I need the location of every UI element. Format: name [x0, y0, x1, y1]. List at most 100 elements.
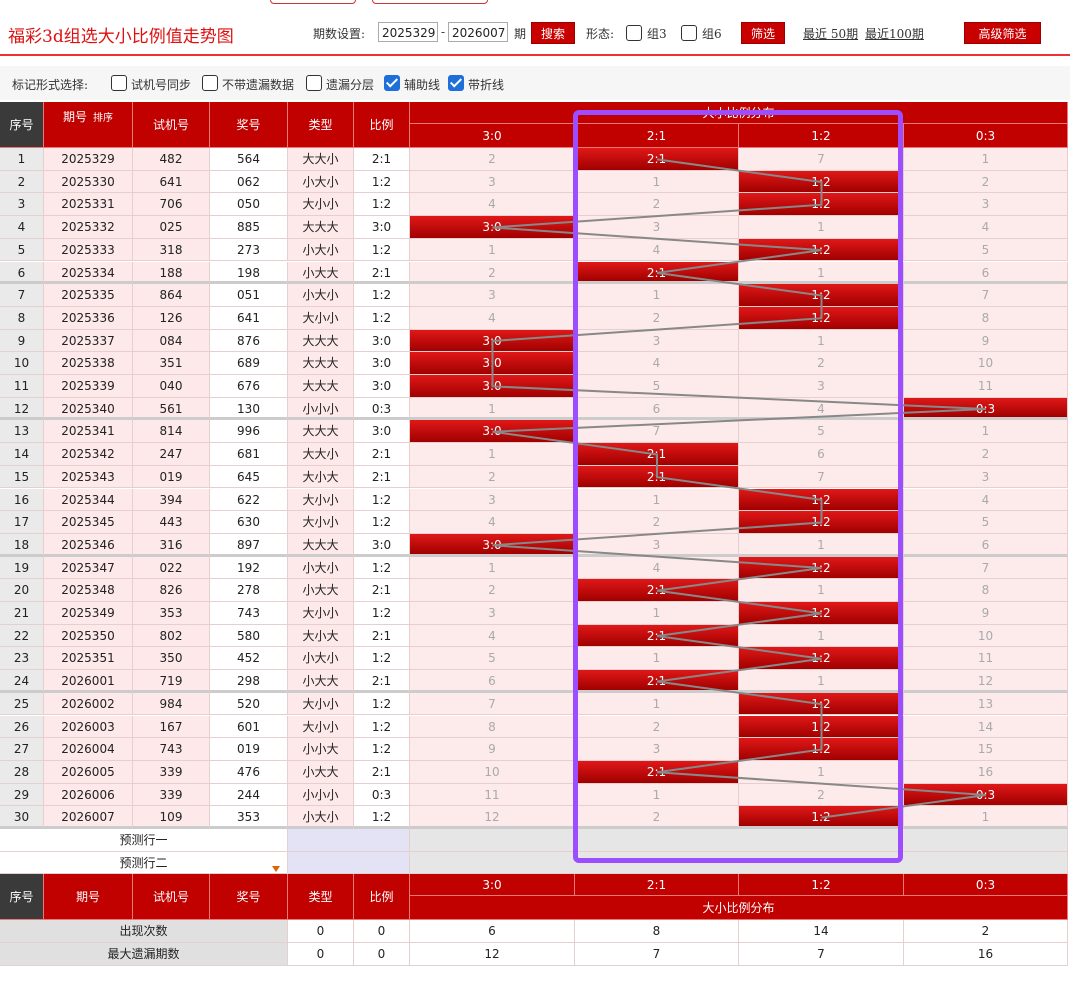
ratio-miss-cell: 2	[739, 352, 904, 375]
footer-ratio-col-3: 0:3	[904, 874, 1068, 897]
header-ratio-col-0[interactable]: 3:0	[410, 124, 575, 148]
ratio-miss-cell: 2	[410, 261, 575, 285]
ratio-miss-cell: 6	[904, 533, 1068, 557]
row-seq: 6	[0, 261, 44, 285]
row-seq: 2	[0, 170, 44, 194]
ratio-miss-cell: 2	[739, 783, 904, 807]
recent-50-link[interactable]: 最近 50期	[803, 25, 858, 42]
ratio-miss-cell: 4	[410, 193, 575, 217]
ratio-miss-cell: 1	[904, 806, 1068, 829]
row-seq: 9	[0, 329, 44, 353]
ratio-miss-cell: 7	[575, 420, 739, 444]
row-prize: 353	[210, 806, 288, 829]
polyline-checkbox[interactable]	[448, 75, 464, 91]
row-prize: 564	[210, 148, 288, 171]
group3-checkbox[interactable]	[626, 25, 642, 41]
row-prize: 298	[210, 670, 288, 693]
row-ratio: 1:2	[354, 306, 410, 330]
header-seq: 序号	[0, 102, 44, 148]
aux-line-checkbox[interactable]	[384, 75, 400, 91]
row-period: 2026002	[44, 692, 133, 716]
ratio-miss-cell: 11	[904, 647, 1068, 671]
predict-row-area[interactable]	[410, 829, 1068, 852]
row-prize: 897	[210, 533, 288, 557]
group6-checkbox[interactable]	[681, 25, 697, 41]
row-period: 2025350	[44, 624, 133, 648]
row-prize: 641	[210, 306, 288, 330]
row-prize: 192	[210, 556, 288, 580]
ratio-miss-cell: 1	[904, 420, 1068, 444]
ratio-hit-cell: 2:1	[575, 579, 739, 602]
header-ratio-col-1[interactable]: 2:1	[575, 124, 739, 148]
period-to-input[interactable]: 2026007	[448, 22, 508, 42]
miss-layer-checkbox[interactable]	[306, 75, 322, 91]
footer-stat-value: 6	[410, 920, 575, 944]
ratio-miss-cell: 4	[410, 511, 575, 534]
ratio-miss-cell: 1	[410, 397, 575, 421]
row-period: 2025344	[44, 488, 133, 512]
ratio-miss-cell: 7	[410, 692, 575, 716]
row-prize: 743	[210, 602, 288, 625]
row-trial: 826	[133, 579, 210, 602]
ratio-miss-cell: 1	[575, 284, 739, 307]
ratio-miss-cell: 2	[575, 193, 739, 217]
sort-button[interactable]: 排序	[93, 113, 113, 124]
row-period: 2025342	[44, 443, 133, 466]
ratio-miss-cell: 1	[739, 216, 904, 239]
row-type: 小小大	[288, 738, 354, 761]
period-unit: 期	[514, 27, 527, 41]
predict-row-area[interactable]	[410, 851, 1068, 875]
row-ratio: 3:0	[354, 533, 410, 557]
advanced-filter-button[interactable]: 高级筛选	[964, 22, 1041, 44]
row-ratio: 2:1	[354, 760, 410, 784]
row-ratio: 2:1	[354, 579, 410, 602]
ratio-miss-cell: 1	[575, 692, 739, 716]
row-seq: 5	[0, 238, 44, 262]
footer-stat-ratio: 0	[354, 920, 410, 944]
header-ratio-col-2[interactable]: 1:2	[739, 124, 904, 148]
trial-sync-label: 试机号同步	[131, 78, 192, 92]
header-ratio-col-3[interactable]: 0:3	[904, 124, 1068, 148]
row-trial: 743	[133, 738, 210, 761]
predict-row-input[interactable]	[288, 851, 410, 875]
row-ratio: 2:1	[354, 670, 410, 693]
footer-stat-value: 16	[904, 943, 1068, 966]
trial-sync-checkbox[interactable]	[111, 75, 127, 91]
row-prize: 273	[210, 238, 288, 262]
row-ratio: 1:2	[354, 488, 410, 512]
row-ratio: 2:1	[354, 261, 410, 285]
ratio-miss-cell: 1	[739, 533, 904, 557]
ratio-hit-cell: 1:2	[739, 170, 904, 194]
row-ratio: 1:2	[354, 556, 410, 580]
row-period: 2025341	[44, 420, 133, 444]
row-prize: 622	[210, 488, 288, 512]
predict-row-input[interactable]	[288, 829, 410, 852]
ratio-miss-cell: 5	[904, 511, 1068, 534]
row-type: 大大大	[288, 329, 354, 353]
period-from-input[interactable]: 2025329	[378, 22, 438, 42]
ratio-miss-cell: 1	[575, 783, 739, 807]
ratio-miss-cell: 2	[410, 465, 575, 489]
ratio-hit-cell: 1:2	[739, 238, 904, 262]
recent-100-link[interactable]: 最近100期	[865, 25, 924, 42]
footer-stat-value: 14	[739, 920, 904, 944]
ratio-miss-cell: 1	[575, 647, 739, 671]
ratio-miss-cell: 1	[410, 556, 575, 580]
header-period[interactable]: 期号 排序	[44, 102, 133, 148]
ratio-hit-cell: 1:2	[739, 284, 904, 307]
filter-button[interactable]: 筛选	[741, 22, 785, 44]
row-trial: 025	[133, 216, 210, 239]
top-button-stub-1[interactable]	[270, 0, 356, 4]
footer-stat-label: 最大遗漏期数	[0, 943, 288, 966]
row-ratio: 2:1	[354, 465, 410, 489]
top-button-stub-2[interactable]	[372, 0, 488, 4]
no-miss-data-checkbox[interactable]	[202, 75, 218, 91]
row-trial: 394	[133, 488, 210, 512]
search-button[interactable]: 搜索	[531, 22, 575, 44]
ratio-hit-cell: 1:2	[739, 738, 904, 761]
ratio-miss-cell: 2	[575, 306, 739, 330]
ratio-miss-cell: 3	[739, 375, 904, 398]
row-seq: 26	[0, 715, 44, 739]
row-period: 2025334	[44, 261, 133, 285]
ratio-miss-cell: 2	[410, 579, 575, 602]
